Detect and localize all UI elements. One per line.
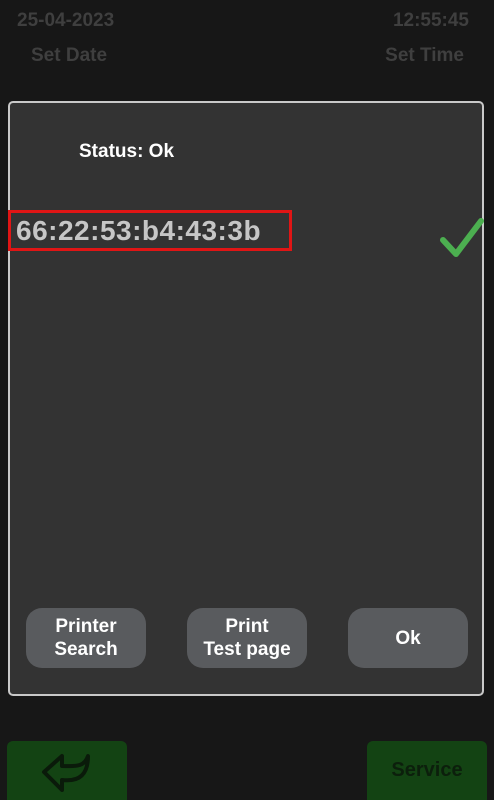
print-test-label-line1: Print [225,616,269,637]
ok-button[interactable]: Ok [348,608,468,668]
printer-dialog: Status: Ok 66:22:53:b4:43:3b Printer Sea… [8,101,484,696]
print-test-label-line2: Test page [203,639,291,660]
back-arrow-icon [42,753,90,792]
service-button[interactable]: Service [367,741,487,800]
time-value: 12:55:45 [392,10,469,31]
printer-search-label-line1: Printer [55,616,117,637]
status-label: Status: Ok [79,141,175,162]
screen: 25-04-2023 Set Date 12:55:45 Set Time St… [0,0,494,800]
check-icon [440,218,484,257]
ok-label: Ok [395,627,421,649]
service-label: Service [391,759,463,781]
print-test-page-button[interactable]: Print Test page [187,608,307,668]
date-value: 25-04-2023 [17,10,115,31]
mac-address[interactable]: 66:22:53:b4:43:3b [16,215,261,247]
back-button[interactable] [7,741,127,800]
printer-search-button[interactable]: Printer Search [26,608,146,668]
set-date-button[interactable]: Set Date [31,45,107,67]
printer-search-label-line2: Search [54,639,118,660]
mac-address-highlight: 66:22:53:b4:43:3b [8,210,292,251]
set-time-button[interactable]: Set Time [385,45,464,67]
